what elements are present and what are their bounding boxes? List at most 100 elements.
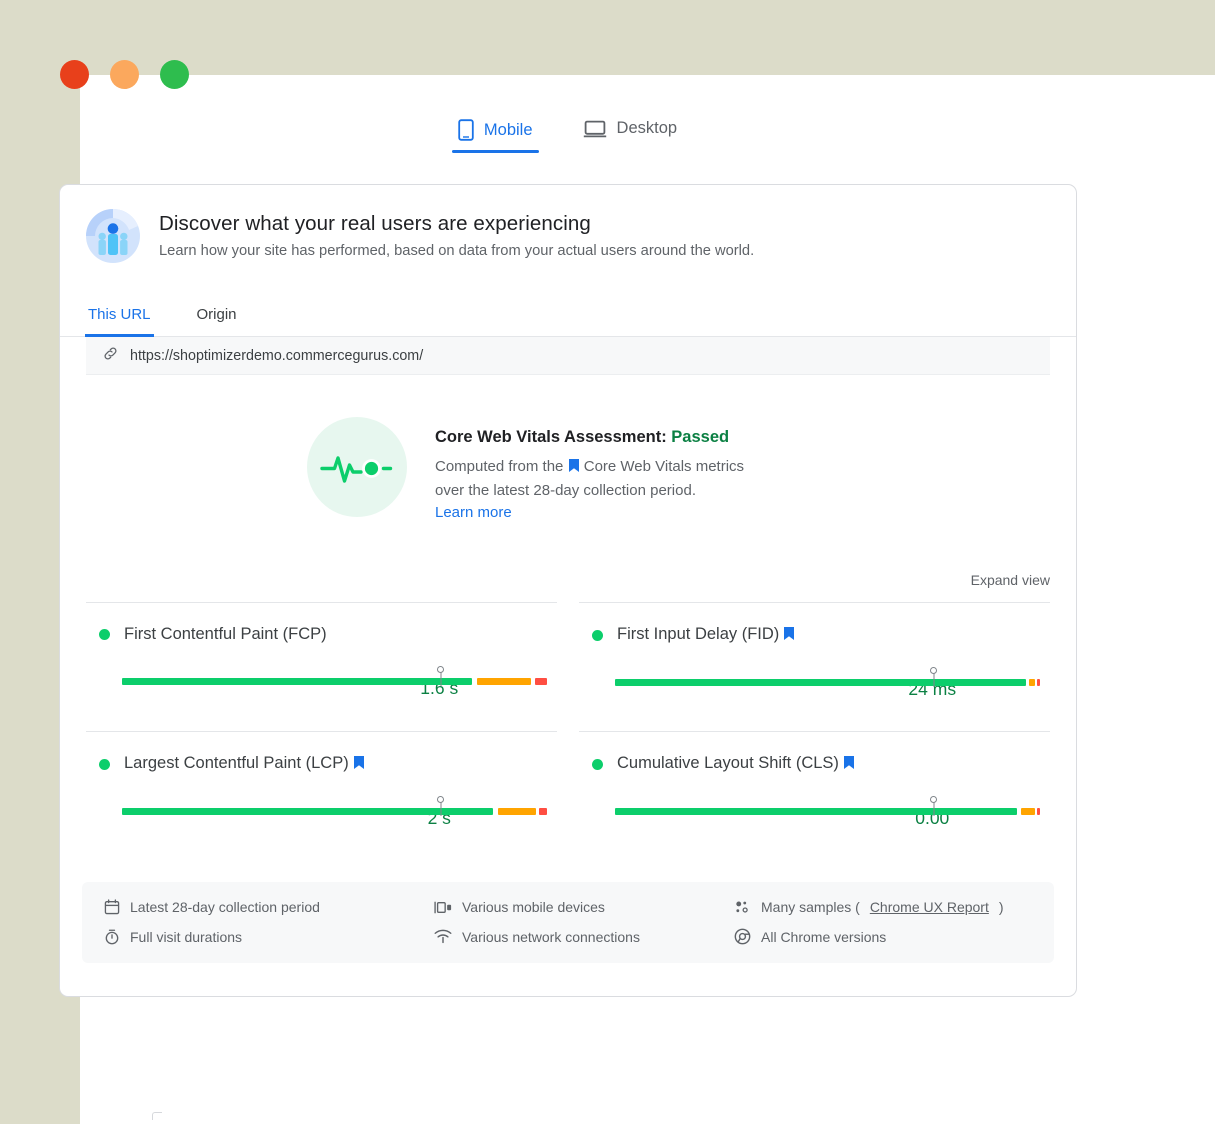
metric-cls-bar <box>615 800 1040 817</box>
meta-chrome-versions-text: All Chrome versions <box>761 928 887 945</box>
chrome-icon <box>734 928 751 945</box>
segment-good <box>122 678 473 686</box>
partial-card-artifact <box>152 1112 162 1120</box>
tab-this-url[interactable]: This URL <box>85 301 154 337</box>
tab-mobile-underline <box>451 150 539 153</box>
segment-poor <box>538 808 547 816</box>
metric-cls: Cumulative Layout Shift (CLS) 0.00 <box>579 731 1050 860</box>
scope-tabs: This URL Origin <box>60 301 1076 337</box>
segment-poor <box>1037 808 1040 816</box>
segment-needs-improvement <box>1021 808 1035 816</box>
segment-needs-improvement <box>477 678 531 686</box>
metric-lcp-bar <box>122 800 547 817</box>
chrome-ux-report-link[interactable]: Chrome UX Report <box>870 899 989 915</box>
blue-bookmark-icon <box>568 459 579 476</box>
metric-fcp-gauge: 1.6 s <box>86 670 557 698</box>
field-data-card: Discover what your real users are experi… <box>59 184 1077 997</box>
segment-needs-improvement <box>1028 679 1036 687</box>
metric-fid-label-text: First Input Delay (FID) <box>617 625 780 644</box>
metric-fid-bar <box>615 671 1040 688</box>
tab-origin-label: Origin <box>196 306 237 323</box>
assessment-desc-part2: Core Web Vitals metrics <box>579 458 745 475</box>
pulse-heartbeat-icon <box>307 417 407 517</box>
page-title: Discover what your real users are experi… <box>159 212 591 235</box>
segment-poor <box>535 678 547 686</box>
calendar-icon <box>104 899 120 915</box>
window-traffic-lights <box>60 60 189 89</box>
metric-fcp-marker <box>440 670 442 687</box>
metric-fid-marker <box>933 671 935 688</box>
metric-status-dot-icon <box>592 629 603 641</box>
meta-visit-durations-text: Full visit durations <box>130 928 243 945</box>
tab-origin[interactable]: Origin <box>195 301 239 336</box>
tab-mobile-label: Mobile <box>483 120 533 139</box>
samples-icon <box>734 900 751 915</box>
core-web-vitals-assessment: Core Web Vitals Assessment: Passed Compu… <box>60 375 1076 522</box>
segment-needs-improvement <box>497 808 536 816</box>
meta-chrome-versions: All Chrome versions <box>734 928 1032 945</box>
url-display-bar[interactable]: https://shoptimizerdemo.commercegurus.co… <box>86 337 1050 375</box>
metric-cls-label: Cumulative Layout Shift (CLS) <box>617 754 854 774</box>
meta-visit-durations: Full visit durations <box>104 928 434 945</box>
metric-fid-head: First Input Delay (FID) <box>579 625 1050 645</box>
metrics-grid: First Contentful Paint (FCP) 1.6 s First… <box>60 602 1076 860</box>
meta-collection-period: Latest 28-day collection period <box>104 899 434 915</box>
meta-samples: Many samples ( Chrome UX Report) <box>734 899 1032 915</box>
card-header: Discover what your real users are experi… <box>60 185 1076 268</box>
segment-poor <box>1037 679 1040 687</box>
metric-lcp-gauge: 2 s <box>86 800 557 828</box>
metric-fcp: First Contentful Paint (FCP) 1.6 s <box>86 602 557 731</box>
real-users-avatar-icon <box>86 209 140 268</box>
network-icon <box>434 929 452 944</box>
metric-lcp: Largest Contentful Paint (LCP) 2 s <box>86 731 557 860</box>
metric-cls-head: Cumulative Layout Shift (CLS) <box>579 754 1050 774</box>
metric-status-dot-icon <box>99 758 110 770</box>
assessment-desc-part3: over the latest 28-day collection period… <box>435 482 696 500</box>
meta-samples-text-before: Many samples ( <box>761 899 860 916</box>
assessment-verdict: Passed <box>671 428 730 446</box>
segment-good <box>615 679 1026 687</box>
assessment-desc-part1: Computed from the <box>435 458 568 475</box>
mobile-devices-icon <box>434 900 452 915</box>
tab-this-url-label: This URL <box>88 306 151 323</box>
assessment-title: Core Web Vitals Assessment: Passed <box>435 428 744 447</box>
metric-lcp-head: Largest Contentful Paint (LCP) <box>86 754 557 774</box>
metric-cls-marker <box>933 800 935 817</box>
meta-samples-text-after: ) <box>998 899 1004 916</box>
learn-more-link[interactable]: Learn more <box>435 504 512 521</box>
mobile-phone-icon <box>458 119 474 141</box>
blue-bookmark-icon <box>784 626 795 644</box>
page-subtitle: Learn how your site has performed, based… <box>159 243 755 259</box>
metric-fcp-head: First Contentful Paint (FCP) <box>86 625 557 644</box>
link-icon <box>102 345 119 367</box>
metric-fid-label: First Input Delay (FID) <box>617 625 795 645</box>
expand-view-row: Expand view <box>60 572 1076 588</box>
tab-mobile[interactable]: Mobile <box>451 113 539 153</box>
meta-devices: Various mobile devices <box>434 899 734 915</box>
metric-lcp-marker <box>440 800 442 817</box>
blue-bookmark-icon <box>353 755 364 773</box>
meta-collection-period-text: Latest 28-day collection period <box>130 899 320 916</box>
metric-lcp-label: Largest Contentful Paint (LCP) <box>124 754 364 774</box>
metric-status-dot-icon <box>592 758 603 770</box>
metric-cls-label-text: Cumulative Layout Shift (CLS) <box>617 754 839 773</box>
meta-networks-text: Various network connections <box>462 928 640 945</box>
window-minimize-button[interactable] <box>110 60 139 89</box>
segment-good <box>615 808 1018 816</box>
metric-fcp-bar <box>122 670 547 687</box>
tab-desktop[interactable]: Desktop <box>577 113 684 150</box>
url-text: https://shoptimizerdemo.commercegurus.co… <box>130 347 424 364</box>
collection-metadata-footer: Latest 28-day collection period Various … <box>82 882 1054 964</box>
window-close-button[interactable] <box>60 60 89 89</box>
metric-fcp-label: First Contentful Paint (FCP) <box>124 625 327 644</box>
window-maximize-button[interactable] <box>160 60 189 89</box>
laptop-icon <box>583 120 607 138</box>
expand-view-button[interactable]: Expand view <box>971 572 1050 588</box>
metric-fid-gauge: 24 ms <box>579 671 1050 699</box>
timer-icon <box>104 929 120 945</box>
segment-good <box>122 808 493 816</box>
meta-networks: Various network connections <box>434 928 734 945</box>
assessment-description: Computed from the Core Web Vitals metric… <box>435 455 744 502</box>
assessment-title-prefix: Core Web Vitals Assessment: <box>435 428 672 446</box>
tab-desktop-label: Desktop <box>616 119 678 137</box>
